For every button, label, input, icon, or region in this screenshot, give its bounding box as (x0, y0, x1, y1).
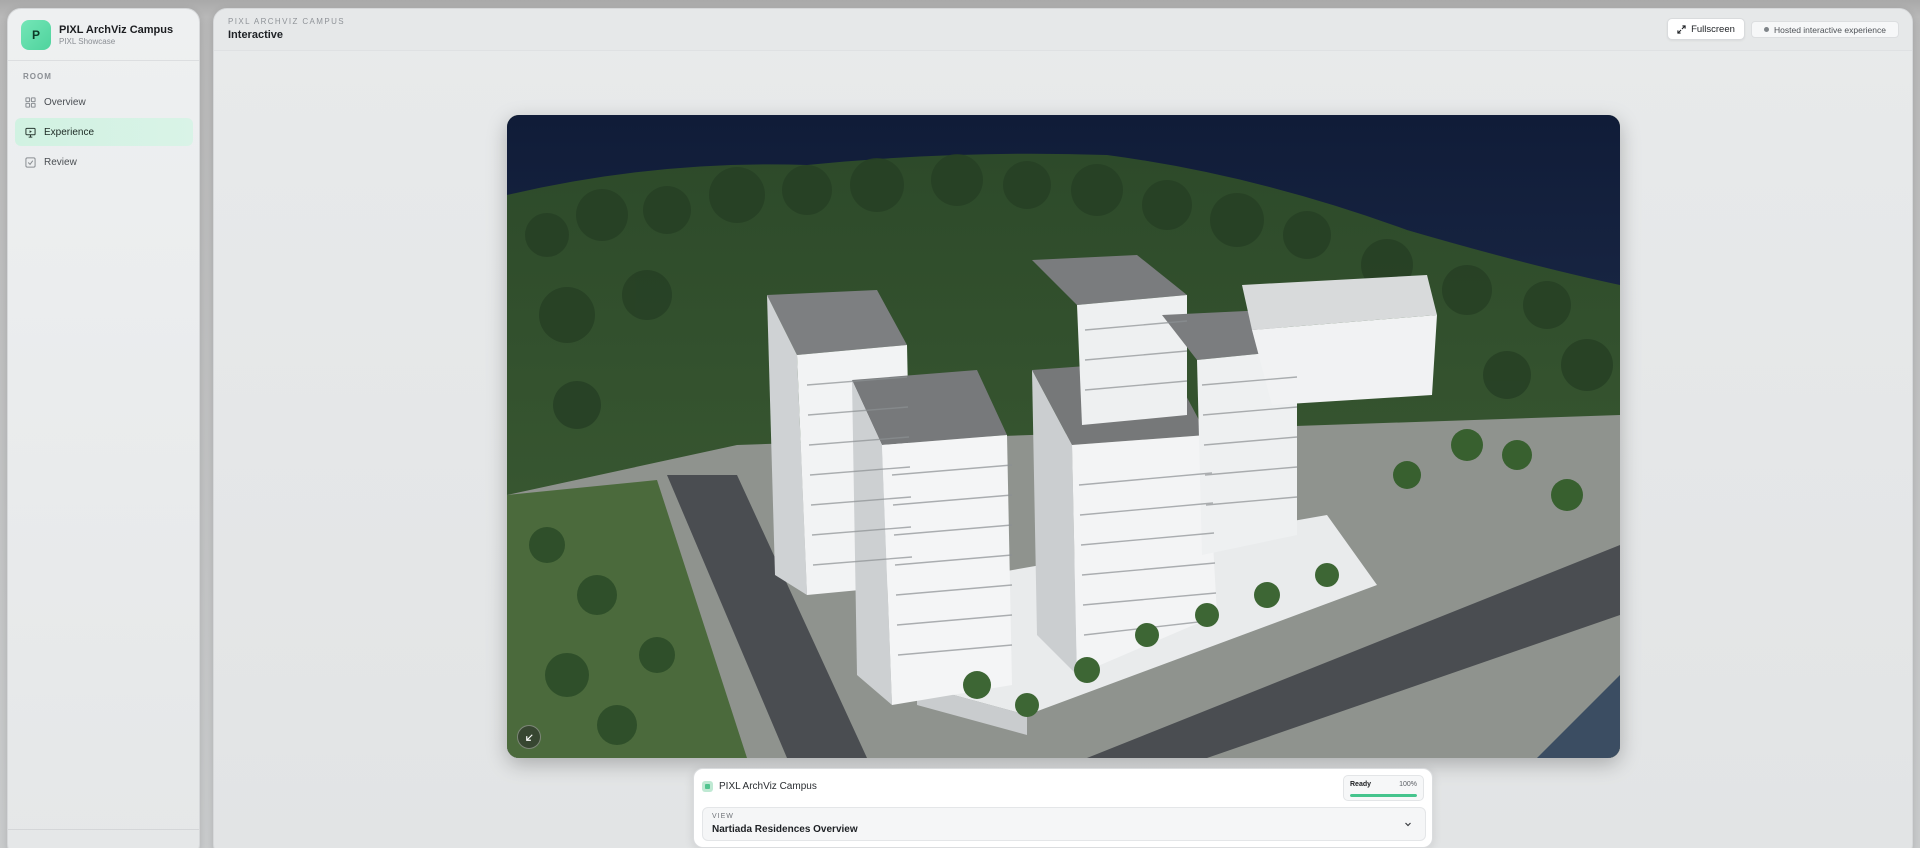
grid-icon (25, 96, 36, 108)
app-name: PIXL ArchViz Campus (719, 781, 817, 792)
brand-subtitle: PIXL Showcase (59, 36, 116, 46)
expand-icon (1677, 24, 1686, 34)
view-select[interactable]: VIEW Nartiada Residences Overview (702, 807, 1426, 841)
sidebar-item-overview[interactable]: Overview (15, 88, 193, 116)
sidebar-item-label: Review (44, 156, 77, 168)
fullscreen-label: Fullscreen (1691, 23, 1735, 35)
view-label: VIEW (712, 813, 734, 820)
page-title: Interactive (228, 29, 284, 41)
header: PIXL ARCHVIZ CAMPUS Interactive Fullscre… (214, 9, 1912, 51)
breadcrumb: PIXL ARCHVIZ CAMPUS (228, 17, 345, 26)
sidebar-item-label: Overview (44, 96, 86, 108)
collapse-button[interactable] (517, 725, 541, 749)
collapse-arrow-icon (525, 733, 533, 741)
monitor-icon (25, 127, 36, 138)
sidebar-item-review[interactable]: Review (15, 148, 193, 176)
hosted-badge-label: Hosted interactive experience (1774, 24, 1886, 35)
main-panel: PIXL ARCHVIZ CAMPUS Interactive Fullscre… (213, 8, 1913, 848)
sidebar-divider (8, 60, 199, 61)
brand-logo: P (21, 20, 51, 50)
chevron-down-icon (1405, 822, 1411, 827)
interactive-viewport[interactable] (507, 115, 1620, 758)
brand-title: PIXL ArchViz Campus (59, 23, 174, 36)
sidebar-footer-divider (8, 829, 199, 830)
app-title: PIXL ArchViz Campus (702, 781, 817, 792)
section-label: ROOM (23, 72, 52, 81)
sidebar: P PIXL ArchViz Campus PIXL Showcase ROOM… (7, 8, 200, 848)
view-value: Nartiada Residences Overview (712, 824, 858, 835)
load-status: Ready 100% (1343, 775, 1424, 801)
app-icon (702, 781, 713, 792)
fullscreen-button[interactable]: Fullscreen (1667, 18, 1745, 40)
sidebar-item-label: Experience (44, 126, 95, 138)
progress-bar (1350, 794, 1417, 797)
architecture-render (507, 115, 1620, 758)
status-badge: Hosted interactive experience (1751, 21, 1899, 38)
checkbox-icon (25, 156, 36, 168)
status-label: Ready (1350, 781, 1372, 788)
status-dot (1764, 27, 1769, 32)
experience-card: PIXL ArchViz Campus Ready 100% VIEW Nart… (693, 768, 1433, 848)
status-percent: 100% (1399, 781, 1417, 788)
sidebar-nav: Overview Experience Review (15, 88, 193, 178)
sidebar-item-experience[interactable]: Experience (15, 118, 193, 146)
progress-fill (1350, 794, 1417, 797)
brand[interactable]: P PIXL ArchViz Campus PIXL Showcase (21, 20, 173, 50)
